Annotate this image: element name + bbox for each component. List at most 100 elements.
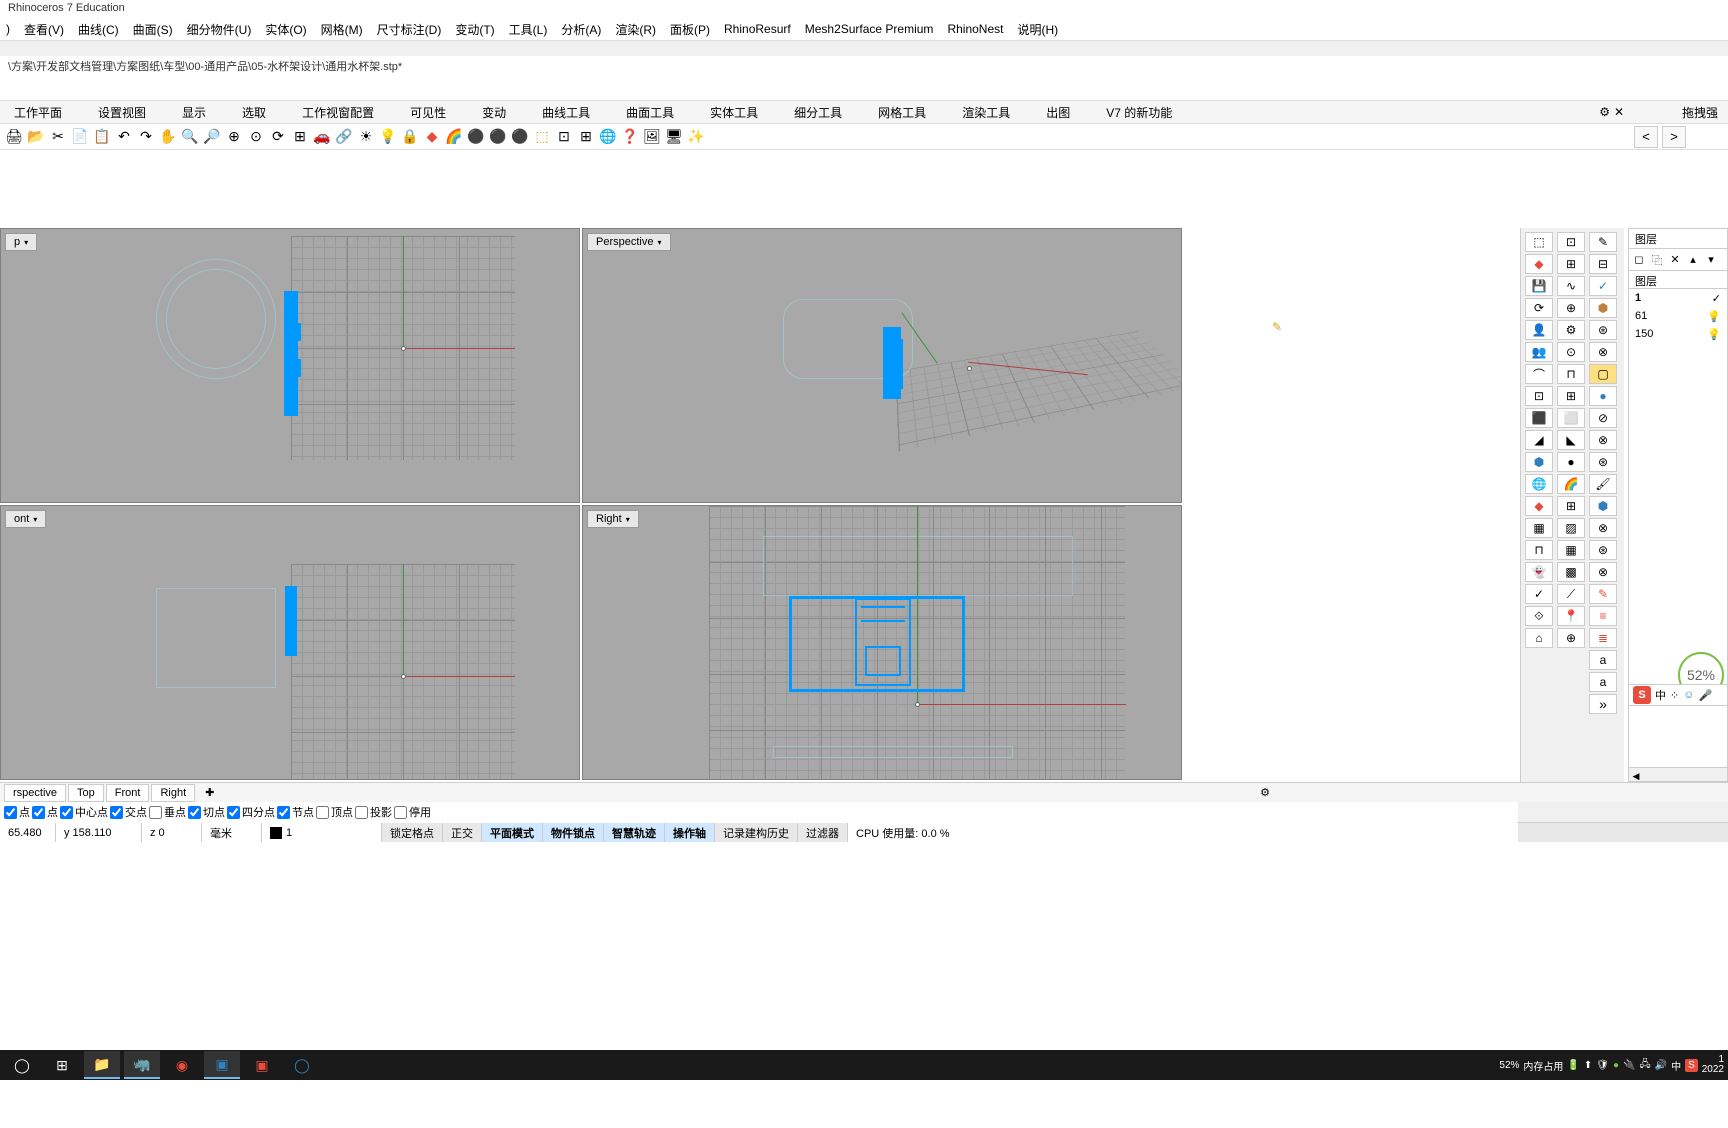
network-icon[interactable]: 🖧 (1639, 1057, 1650, 1074)
undo-icon[interactable]: ↶ (114, 127, 134, 147)
tool-icon[interactable]: 🌐 (1525, 474, 1553, 494)
menu-item[interactable]: 曲面(S) (127, 19, 179, 40)
tool-icon[interactable]: ✎ (1589, 584, 1617, 604)
tool-icon[interactable]: ⬚ (1525, 232, 1553, 252)
viewport-label-front[interactable]: ont▾ (5, 510, 46, 528)
tool-icon[interactable]: ⊗ (1589, 518, 1617, 538)
tool-icon[interactable]: ⬜ (1557, 408, 1585, 428)
status-mode[interactable]: 过滤器 (798, 823, 848, 842)
select-icon[interactable]: ⬚ (532, 127, 552, 147)
tool-icon[interactable]: ⚙ (1557, 320, 1585, 340)
osnap-item[interactable]: 点 (4, 804, 30, 820)
status-mode[interactable]: 平面模式 (482, 823, 543, 842)
tab[interactable]: 细分工具 (788, 100, 848, 125)
menu-item[interactable]: 实体(O) (259, 19, 312, 40)
sparkle-icon[interactable]: ✨ (686, 127, 706, 147)
tool-icon[interactable]: ⬢ (1589, 496, 1617, 516)
viewport-top[interactable]: p▾ (0, 228, 580, 503)
menu-item[interactable]: 查看(V) (18, 19, 70, 40)
layers-icon[interactable]: ◆ (422, 127, 442, 147)
gear-icon[interactable]: ⚙ (1252, 784, 1278, 801)
viewport-front[interactable]: ont▾ (0, 505, 580, 780)
osnap-item[interactable]: 四分点 (227, 804, 275, 820)
tray-icon[interactable]: 🛡 (1596, 1060, 1609, 1071)
tool-icon[interactable]: ▩ (1557, 562, 1585, 582)
tab[interactable]: 网格工具 (872, 100, 932, 125)
status-mode[interactable]: 物件锁点 (543, 823, 604, 842)
car-icon[interactable]: 🚗 (312, 127, 332, 147)
tool-icon[interactable]: 💾 (1525, 276, 1553, 296)
print-icon[interactable]: 🖨 (4, 127, 24, 147)
tool-icon[interactable]: ⊛ (1589, 540, 1617, 560)
copy-icon[interactable]: 📄 (70, 127, 90, 147)
menu-item[interactable]: 工具(L) (503, 19, 554, 40)
grid-icon[interactable]: ⊞ (290, 127, 310, 147)
delete-layer-icon[interactable]: ✕ (1667, 252, 1683, 268)
osnap-item[interactable]: 投影 (355, 804, 392, 820)
tab[interactable]: 渲染工具 (956, 100, 1016, 125)
menu-item[interactable]: RhinoNest (941, 20, 1009, 38)
status-layer[interactable]: 1 (262, 823, 382, 842)
tab[interactable]: 工作平面 (8, 100, 68, 125)
tool-icon[interactable]: ⊡ (1525, 386, 1553, 406)
tool-icon[interactable]: ⊓ (1525, 540, 1553, 560)
bulb-icon[interactable]: 💡 (1707, 310, 1721, 323)
nav-next-button[interactable]: > (1662, 126, 1686, 148)
tool-icon[interactable]: ⊗ (1589, 562, 1617, 582)
cortana-button[interactable]: ◯ (284, 1051, 320, 1079)
viewport-label-perspective[interactable]: Perspective▾ (587, 233, 671, 251)
up-icon[interactable]: ▴ (1685, 252, 1701, 268)
tool-icon[interactable]: ◢ (1525, 430, 1553, 450)
tool-icon[interactable]: ⊘ (1589, 408, 1617, 428)
close-icon[interactable]: ✕ (1608, 101, 1630, 123)
menu-item[interactable]: 变动(T) (449, 19, 500, 40)
osnap-item[interactable]: 顶点 (316, 804, 353, 820)
tool-icon[interactable]: 📍 (1557, 606, 1585, 626)
tool-icon[interactable]: ≡ (1589, 606, 1617, 626)
tool-icon[interactable]: ⊙ (1557, 342, 1585, 362)
status-mode[interactable]: 智慧轨迹 (604, 823, 665, 842)
lock-icon[interactable]: 🔒 (400, 127, 420, 147)
nav-prev-button[interactable]: < (1634, 126, 1658, 148)
tool-icon[interactable]: ⊞ (1557, 254, 1585, 274)
tool-icon[interactable]: ▦ (1525, 518, 1553, 538)
osnap-item[interactable]: 中心点 (60, 804, 108, 820)
viewport-perspective[interactable]: Perspective▾ (582, 228, 1182, 503)
viewport-tab[interactable]: Right (151, 784, 195, 802)
layer-row[interactable]: 61 💡 (1629, 307, 1727, 325)
tool-icon[interactable]: ⊛ (1589, 320, 1617, 340)
status-mode[interactable]: 锁定格点 (382, 823, 443, 842)
tool-icon[interactable]: ▢ (1589, 364, 1617, 384)
osnap-item[interactable]: 节点 (277, 804, 314, 820)
redo-icon[interactable]: ↷ (136, 127, 156, 147)
zoom-icon[interactable]: 🔍 (180, 127, 200, 147)
tool-icon[interactable]: ⊛ (1589, 452, 1617, 472)
tool-icon[interactable]: 🌈 (1557, 474, 1585, 494)
tool-icon[interactable]: 👥 (1525, 342, 1553, 362)
tab[interactable]: 出图 (1040, 100, 1076, 125)
tool-icon[interactable]: ◆ (1525, 496, 1553, 516)
osnap-item[interactable]: 切点 (188, 804, 225, 820)
status-mode[interactable]: 记录建构历史 (715, 823, 798, 842)
sogou-icon[interactable]: S (1685, 1059, 1698, 1072)
tool-icon[interactable]: ⊞ (1557, 496, 1585, 516)
ime-mic-icon[interactable]: 🎤 (1698, 689, 1712, 702)
zoom-window-icon[interactable]: 🔎 (202, 127, 222, 147)
image-icon[interactable]: 🖼 (642, 127, 662, 147)
tool-icon[interactable]: ⊟ (1589, 254, 1617, 274)
tool-icon[interactable]: ⌒ (1525, 364, 1553, 384)
tool-icon[interactable]: ∿ (1557, 276, 1585, 296)
scroll-left-icon[interactable]: ◀ (1629, 771, 1643, 783)
viewport-label-top[interactable]: p▾ (5, 233, 37, 251)
menu-item[interactable]: RhinoResurf (718, 20, 797, 38)
tool-icon[interactable]: ▨ (1557, 518, 1585, 538)
osnap-item[interactable]: 交点 (110, 804, 147, 820)
open-icon[interactable]: 📂 (26, 127, 46, 147)
tool-icon[interactable]: ⊡ (1557, 232, 1585, 252)
add-tab-icon[interactable]: ✚ (197, 784, 222, 801)
ime-tray[interactable]: 中 (1671, 1058, 1681, 1073)
tool-icon[interactable]: ⊕ (1557, 298, 1585, 318)
tool-icon[interactable]: ✓ (1525, 584, 1553, 604)
task-view-button[interactable]: ⊞ (44, 1051, 80, 1079)
group-icon[interactable]: ⊡ (554, 127, 574, 147)
